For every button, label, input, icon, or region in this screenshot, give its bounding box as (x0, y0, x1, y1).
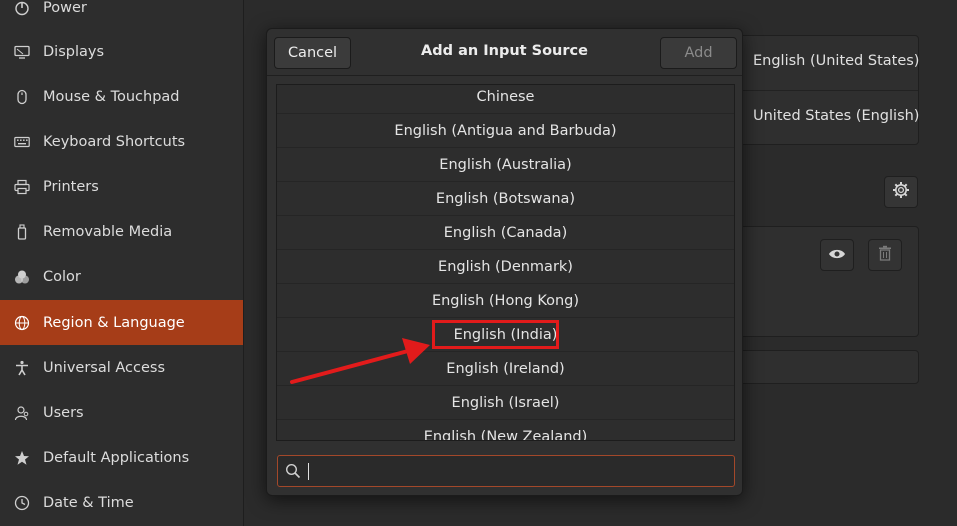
sidebar-item-universal-access[interactable]: Universal Access (0, 345, 243, 390)
list-item-label: English (Canada) (443, 224, 568, 241)
list-item-label: English (Hong Kong) (431, 292, 580, 309)
sidebar-item-label: Keyboard Shortcuts (43, 133, 186, 150)
sidebar-item-color[interactable]: Color (0, 254, 243, 299)
settings-window: Power Displays Mouse & Touchpad Keyboard… (0, 0, 957, 526)
input-source-options-button[interactable] (884, 176, 918, 208)
formats-value[interactable]: United States (English) (753, 108, 919, 124)
list-item[interactable]: English (Australia) (277, 148, 734, 182)
language-value[interactable]: English (United States) (753, 53, 919, 69)
sidebar-item-printers[interactable]: Printers (0, 164, 243, 209)
annotation-arrow-icon (290, 338, 430, 384)
list-item[interactable]: English (Hong Kong) (277, 284, 734, 318)
sidebar-item-label: Displays (43, 43, 105, 60)
sidebar-item-label: Mouse & Touchpad (43, 88, 180, 105)
list-item-label: English (New Zealand) (423, 428, 588, 441)
list-item-label: English (Antigua and Barbuda) (394, 122, 617, 139)
sidebar-item-label: Power (43, 0, 87, 16)
accessibility-icon (14, 360, 30, 376)
display-icon (14, 44, 30, 60)
list-item[interactable]: English (Israel) (277, 386, 734, 420)
add-input-source-dialog: Cancel Add an Input Source Add Chinese E… (266, 28, 743, 496)
sidebar-item-displays[interactable]: Displays (0, 29, 243, 74)
list-item[interactable]: English (Antigua and Barbuda) (277, 114, 734, 148)
sidebar-item-region-language[interactable]: Region & Language (0, 300, 243, 345)
list-item[interactable]: English (Botswana) (277, 182, 734, 216)
list-item-label: English (Israel) (451, 394, 560, 411)
sidebar-item-removable-media[interactable]: Removable Media (0, 209, 243, 254)
eye-icon (828, 246, 846, 265)
sidebar-item-power[interactable]: Power (0, 0, 243, 30)
sidebar-item-mouse-touchpad[interactable]: Mouse & Touchpad (0, 74, 243, 119)
list-item-label: English (Australia) (439, 156, 572, 173)
search-icon (285, 463, 301, 479)
sidebar-item-keyboard-shortcuts[interactable]: Keyboard Shortcuts (0, 119, 243, 164)
sidebar-item-label: Color (43, 268, 81, 285)
usb-drive-icon (14, 223, 30, 240)
highlight-annotation-box (432, 320, 559, 349)
sidebar-item-label: Default Applications (43, 449, 190, 466)
list-item-label: Chinese (476, 88, 535, 105)
settings-sidebar: Power Displays Mouse & Touchpad Keyboard… (0, 0, 244, 526)
add-button[interactable]: Add (660, 37, 737, 69)
clock-icon (14, 495, 30, 511)
sidebar-item-default-applications[interactable]: Default Applications (0, 435, 243, 480)
globe-icon (14, 315, 30, 331)
sidebar-item-users[interactable]: Users (0, 390, 243, 435)
mouse-icon (14, 89, 30, 105)
text-cursor (308, 463, 309, 480)
users-icon (14, 405, 30, 421)
preview-layout-button[interactable] (820, 239, 854, 271)
keyboard-icon (14, 134, 30, 150)
remove-input-source-button[interactable] (868, 239, 902, 271)
sidebar-item-label: Date & Time (43, 494, 134, 511)
color-icon (14, 269, 30, 285)
list-item[interactable]: English (New Zealand) (277, 420, 734, 441)
sidebar-item-date-time[interactable]: Date & Time (0, 480, 243, 525)
sidebar-item-label: Universal Access (43, 359, 166, 376)
list-item-label: English (Ireland) (446, 360, 565, 377)
list-item[interactable]: English (Denmark) (277, 250, 734, 284)
star-icon (14, 450, 30, 466)
dialog-header: Cancel Add an Input Source Add (267, 29, 742, 76)
settings-gear-icon (892, 181, 910, 203)
sidebar-item-label: Removable Media (43, 223, 173, 240)
search-input[interactable] (277, 455, 735, 487)
sidebar-item-label: Region & Language (43, 314, 185, 331)
power-icon (14, 0, 30, 16)
list-item[interactable]: English (Canada) (277, 216, 734, 250)
trash-icon (878, 245, 892, 265)
list-item[interactable]: Chinese (277, 85, 734, 114)
sidebar-item-label: Printers (43, 178, 99, 195)
printer-icon (14, 179, 30, 195)
sidebar-item-label: Users (43, 404, 84, 421)
list-item-label: English (Botswana) (435, 190, 576, 207)
list-item-label: English (Denmark) (438, 258, 573, 275)
